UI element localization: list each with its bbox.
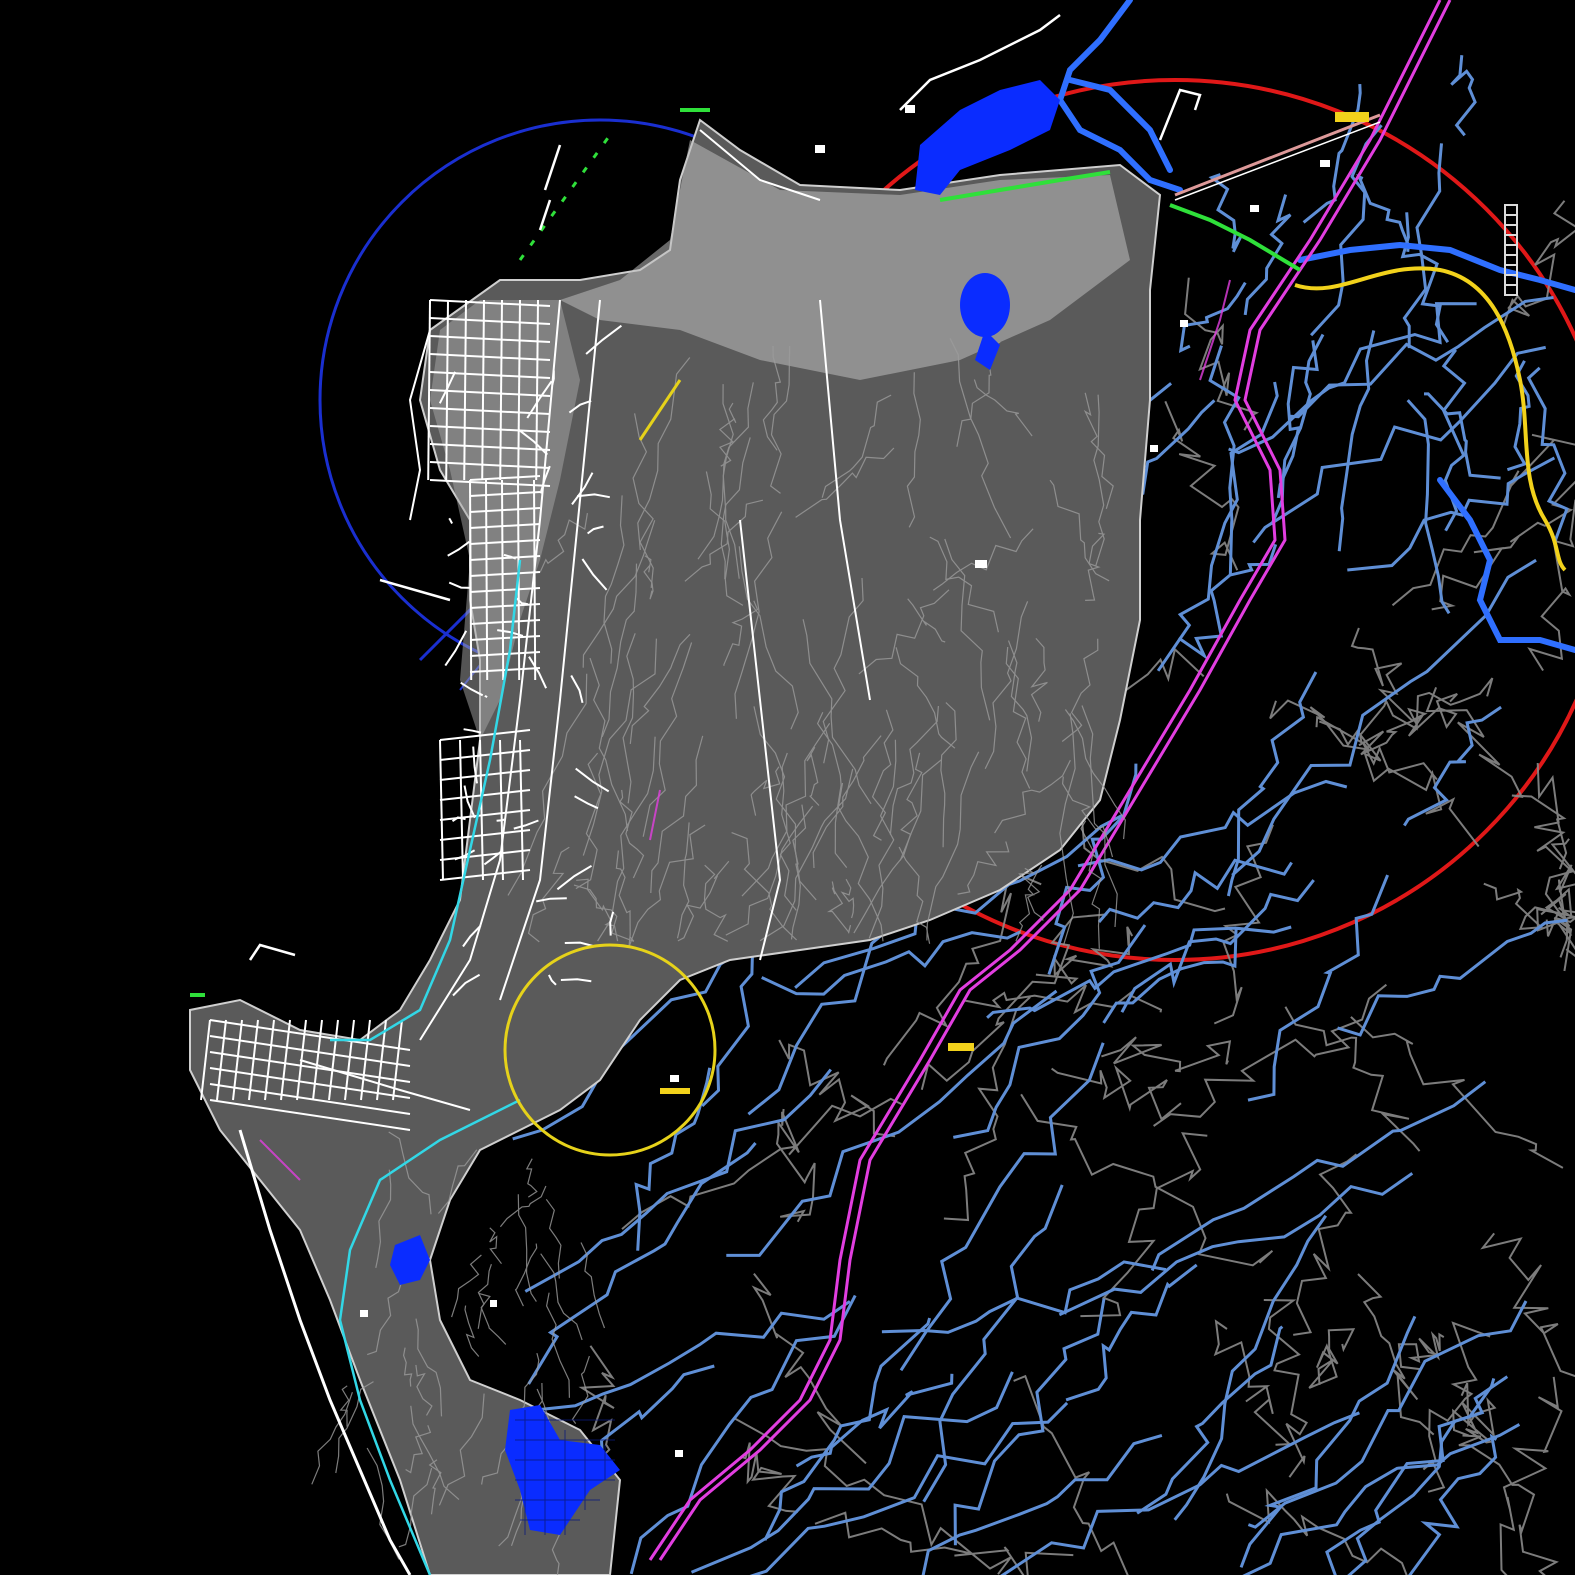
- contour-line: [740, 1442, 799, 1513]
- road-diagonal: [1174, 113, 1381, 201]
- stream: [1136, 1325, 1284, 1515]
- contour-line: [943, 996, 1031, 1222]
- stream: [1424, 392, 1501, 480]
- contour-line: [733, 1417, 1012, 1575]
- stream: [1408, 1433, 1498, 1575]
- cad-site-map: [0, 0, 1575, 1575]
- stream: [1208, 173, 1242, 253]
- contour-line: [1458, 1434, 1559, 1575]
- stream: [1239, 1315, 1417, 1568]
- terrain-line: [545, 1198, 562, 1279]
- contour-line: [1101, 1036, 1232, 1073]
- stream: [1173, 1214, 1328, 1521]
- stream: [1347, 1375, 1509, 1575]
- street: [447, 540, 470, 557]
- terrain-line: [525, 1158, 538, 1198]
- stream: [1058, 1172, 1414, 1317]
- contour-line: [1153, 983, 1388, 1127]
- contour-line: [964, 984, 1163, 1015]
- stream: [527, 1142, 757, 1385]
- terrain-line: [499, 1185, 547, 1228]
- contour-line: [1499, 1376, 1563, 1575]
- stream: [629, 1294, 857, 1575]
- contour-line: [1293, 1153, 1358, 1336]
- street: [448, 581, 471, 589]
- stream: [1347, 456, 1556, 572]
- terrain-line: [464, 1305, 480, 1357]
- street: [496, 818, 505, 822]
- stream: [1337, 918, 1568, 1037]
- stream: [899, 1042, 1105, 1372]
- stream: [1337, 330, 1376, 552]
- terrain-line: [545, 1292, 570, 1398]
- contour-line: [775, 1108, 816, 1223]
- stream: [1356, 174, 1411, 252]
- contour-line: [1536, 887, 1573, 937]
- contour-line: [1020, 1093, 1274, 1267]
- contour-line: [778, 1039, 896, 1138]
- stream: [1450, 55, 1477, 137]
- stream: [1247, 874, 1389, 1102]
- stream: [1403, 705, 1502, 827]
- terrain-line: [451, 1254, 482, 1318]
- stream: [1150, 1080, 1487, 1272]
- stream: [881, 1260, 1167, 1334]
- contour-line: [1318, 720, 1480, 848]
- contour-line: [1350, 627, 1428, 725]
- contour-line: [1350, 1016, 1564, 1169]
- contour-line: [1051, 1064, 1182, 1121]
- street: [485, 479, 489, 681]
- stream: [690, 1371, 1014, 1574]
- street: [501, 479, 505, 681]
- stream: [1252, 345, 1547, 544]
- street: [459, 739, 464, 881]
- contour-line: [1269, 699, 1438, 781]
- street: [469, 479, 473, 681]
- scale-marker: [1504, 204, 1518, 296]
- stream: [1276, 340, 1319, 499]
- stream: [1242, 1423, 1521, 1575]
- stream: [1208, 345, 1241, 577]
- street: [484, 694, 488, 699]
- contour-line: [1213, 824, 1274, 1025]
- contour-line: [1480, 1232, 1575, 1378]
- contour-line: [1263, 1299, 1308, 1478]
- contour-line: [1308, 1328, 1356, 1389]
- stream: [749, 1401, 1069, 1575]
- stream: [634, 1067, 712, 1251]
- street: [427, 299, 431, 481]
- contour-line: [1425, 687, 1568, 870]
- terrain-line: [489, 1227, 502, 1265]
- street: [448, 517, 453, 524]
- developed-terrain: [189, 118, 1162, 1575]
